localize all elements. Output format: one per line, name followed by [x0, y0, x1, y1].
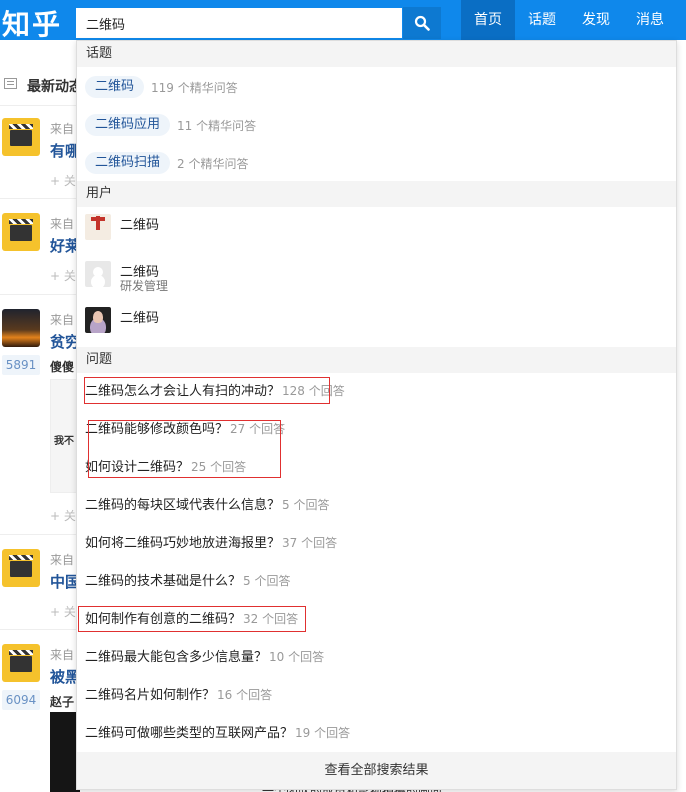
- search-box[interactable]: [75, 7, 403, 39]
- user-avatar: [85, 307, 111, 333]
- annotation-box: [88, 420, 281, 478]
- topic-count: 2 个精华问答: [177, 156, 249, 171]
- user-name: 二维码: [120, 218, 160, 233]
- feed-source: 来自: [50, 122, 75, 136]
- feed-header: 最新动态: [0, 62, 83, 106]
- topics-section-header: 话题: [77, 41, 676, 67]
- feed-source: 来自: [50, 648, 75, 662]
- topic-suggestion[interactable]: 二维码扫描 2 个精华问答: [85, 151, 248, 175]
- list-icon: [4, 78, 17, 89]
- topic-count: 11 个精华问答: [177, 118, 257, 133]
- divider: [0, 629, 80, 630]
- question-suggestion[interactable]: 二维码最大能包含多少信息量？ 10 个回答: [85, 647, 324, 667]
- topic-tag[interactable]: 二维码应用: [85, 114, 171, 136]
- nav-topics[interactable]: 话题: [515, 0, 569, 40]
- user-name: 二维码: [120, 311, 160, 326]
- clapperboard-icon: [9, 650, 33, 672]
- vote-count[interactable]: 5891: [2, 355, 40, 375]
- user-avatar: [85, 214, 111, 240]
- nav-home[interactable]: 首页: [461, 0, 515, 40]
- answer-count: 10 个回答: [269, 650, 325, 664]
- search-suggestions: 话题 二维码 119 个精华问答 二维码应用 11 个精华问答 二维码扫描 2 …: [76, 40, 677, 790]
- divider: [0, 294, 80, 295]
- answer-author[interactable]: 傻傻: [50, 358, 74, 375]
- annotation-box: [84, 377, 330, 404]
- search-icon: [414, 15, 430, 31]
- question-suggestion[interactable]: 二维码可做哪些类型的互联网产品？ 19 个回答: [85, 723, 350, 743]
- follow-button[interactable]: + 关: [50, 172, 76, 189]
- question-title: 二维码最大能包含多少信息量？: [85, 650, 268, 665]
- search-button[interactable]: [403, 7, 441, 39]
- topic-avatar[interactable]: [2, 118, 40, 156]
- topic-avatar[interactable]: [2, 644, 40, 682]
- nav-messages[interactable]: 消息: [623, 0, 677, 40]
- search-input[interactable]: [76, 8, 402, 38]
- question-title: 二维码名片如何制作？: [85, 688, 216, 703]
- follow-button[interactable]: + 关: [50, 603, 76, 620]
- top-navbar: 知乎 首页 话题 发现 消息: [0, 0, 686, 43]
- question-suggestion[interactable]: 二维码的每块区域代表什么信息？ 5 个回答: [85, 495, 329, 515]
- main-nav: 首页 话题 发现 消息: [461, 0, 677, 40]
- answer-author[interactable]: 赵子: [50, 693, 74, 710]
- question-suggestion[interactable]: 如何将二维码巧妙地放进海报里？ 37 个回答: [85, 533, 337, 553]
- vote-count[interactable]: 6094: [2, 690, 40, 710]
- question-suggestion[interactable]: 二维码的技术基础是什么？ 5 个回答: [85, 571, 290, 591]
- clapperboard-icon: [9, 124, 33, 146]
- follow-button[interactable]: + 关: [50, 507, 76, 524]
- clapperboard-icon: [9, 555, 33, 577]
- topic-tag[interactable]: 二维码扫描: [85, 152, 171, 174]
- users-section-header: 用户: [77, 181, 676, 207]
- annotation-box: [78, 606, 306, 632]
- topic-tag[interactable]: 二维码: [85, 76, 145, 98]
- topic-avatar[interactable]: [2, 549, 40, 587]
- topic-avatar[interactable]: [2, 309, 40, 347]
- follow-button[interactable]: + 关: [50, 267, 76, 284]
- divider: [0, 198, 80, 199]
- questions-section-header: 问题: [77, 347, 676, 373]
- topic-suggestion[interactable]: 二维码 119 个精华问答: [85, 75, 238, 99]
- topic-avatar[interactable]: [2, 213, 40, 251]
- answer-count: 5 个回答: [282, 498, 330, 512]
- nav-explore[interactable]: 发现: [569, 0, 623, 40]
- divider: [0, 534, 80, 535]
- user-description: 研发管理: [120, 279, 169, 293]
- clapperboard-icon: [9, 219, 33, 241]
- feed-source: 来自: [50, 553, 75, 567]
- answer-count: 5 个回答: [243, 574, 291, 588]
- question-title: 二维码的技术基础是什么？: [85, 574, 242, 589]
- feed-source: 来自: [50, 217, 75, 231]
- question-suggestion[interactable]: 二维码名片如何制作？ 16 个回答: [85, 685, 272, 705]
- feed-heading: 最新动态: [27, 79, 83, 95]
- question-title: 如何将二维码巧妙地放进海报里？: [85, 536, 281, 551]
- question-title: 二维码的每块区域代表什么信息？: [85, 498, 281, 513]
- topic-suggestion[interactable]: 二维码应用 11 个精华问答: [85, 113, 256, 137]
- snippet-text: 我不: [54, 436, 74, 447]
- answer-count: 37 个回答: [282, 536, 338, 550]
- view-all-results-link[interactable]: 查看全部搜索结果: [77, 752, 676, 789]
- feed-source: 来自: [50, 313, 75, 327]
- zhihu-logo[interactable]: 知乎: [2, 3, 62, 43]
- question-title: 二维码可做哪些类型的互联网产品？: [85, 726, 294, 741]
- answer-count: 19 个回答: [295, 726, 351, 740]
- topic-count: 119 个精华问答: [151, 80, 238, 95]
- user-avatar: [85, 261, 111, 287]
- answer-count: 16 个回答: [217, 688, 273, 702]
